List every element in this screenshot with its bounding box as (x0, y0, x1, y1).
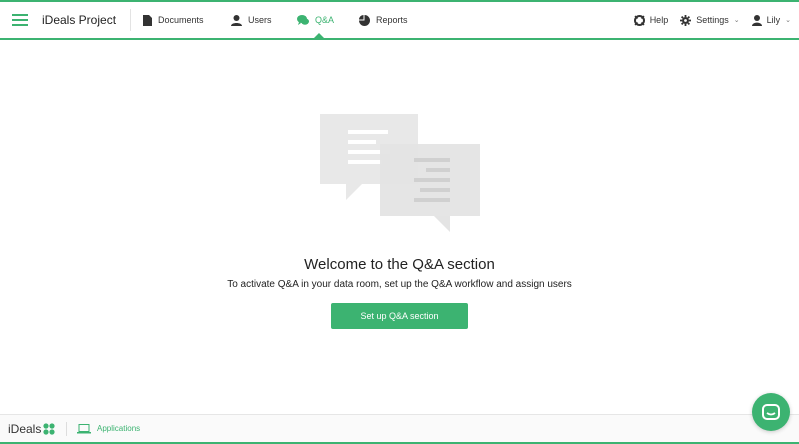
laptop-icon (77, 423, 91, 433)
nav-qa-label: Q&A (315, 15, 335, 25)
chevron-down-icon: ⌄ (785, 17, 791, 24)
welcome-title: Welcome to the Q&A section (304, 256, 495, 273)
brand-name: iDeals (8, 421, 42, 436)
nav-users[interactable]: Users (229, 2, 295, 38)
footer: iDeals Applications (0, 414, 799, 444)
pie-chart-icon (359, 14, 371, 26)
help-button[interactable]: Help (633, 14, 669, 26)
project-title[interactable]: iDeals Project (40, 9, 132, 31)
user-name: Lily (766, 15, 781, 25)
nav-documents[interactable]: Documents (141, 2, 229, 38)
chat-icon (297, 14, 310, 25)
chat-support-button[interactable] (752, 393, 790, 431)
welcome-subtitle: To activate Q&A in your data room, set u… (227, 279, 572, 290)
ideals-logo[interactable]: iDeals (0, 422, 66, 436)
lifebuoy-icon (633, 14, 645, 26)
settings-label: Settings (696, 15, 729, 25)
nav-qa[interactable]: Q&A (295, 2, 357, 39)
user-icon (751, 14, 762, 26)
nav-reports-label: Reports (376, 15, 408, 25)
nav-reports[interactable]: Reports (357, 2, 427, 38)
qa-illustration-icon (320, 114, 480, 232)
chevron-down-icon: ⌄ (733, 17, 740, 24)
setup-qa-button[interactable]: Set up Q&A section (331, 303, 468, 329)
nav-documents-label: Documents (158, 15, 204, 25)
user-icon (231, 14, 243, 26)
chat-icon (762, 404, 780, 420)
settings-menu[interactable]: Settings ⌄ (680, 14, 740, 26)
footer-divider (66, 421, 67, 436)
top-bar: iDeals Project Documents Users Q&A Repor… (0, 0, 799, 40)
nav-users-label: Users (248, 15, 272, 25)
applications-label: Applications (97, 424, 141, 433)
menu-icon[interactable] (0, 2, 40, 38)
right-nav: Help Settings ⌄ Lily ⌄ (633, 14, 799, 26)
document-icon (143, 14, 153, 26)
qa-empty-state: Welcome to the Q&A section To activate Q… (0, 40, 799, 414)
help-label: Help (649, 15, 669, 25)
applications-link[interactable]: Applications (77, 423, 141, 434)
main-nav: Documents Users Q&A Reports (131, 2, 427, 39)
clover-icon (43, 422, 55, 435)
gear-icon (680, 14, 692, 26)
active-indicator (313, 33, 326, 39)
user-menu[interactable]: Lily ⌄ (751, 14, 791, 26)
